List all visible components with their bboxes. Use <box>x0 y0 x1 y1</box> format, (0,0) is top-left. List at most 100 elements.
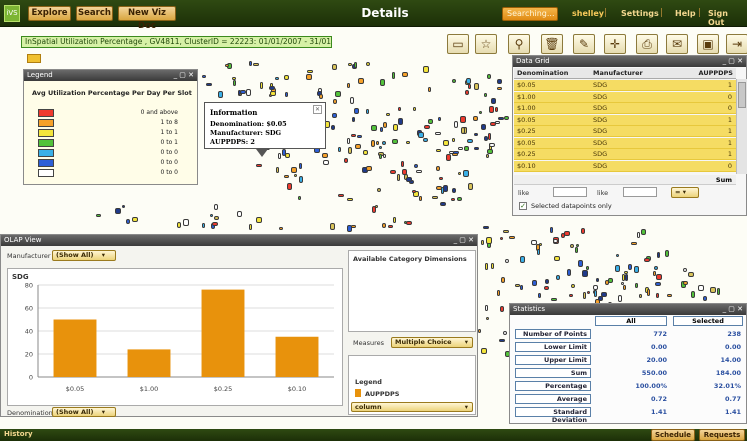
machine-marker[interactable] <box>398 117 404 125</box>
machine-marker[interactable] <box>438 117 442 122</box>
machine-marker[interactable] <box>570 284 575 289</box>
machine-marker[interactable] <box>656 273 662 280</box>
machine-marker[interactable] <box>585 266 589 271</box>
machine-marker[interactable] <box>176 221 181 228</box>
machine-marker[interactable] <box>370 140 375 147</box>
machine-marker[interactable] <box>411 189 416 193</box>
machine-marker[interactable] <box>621 281 625 285</box>
machine-marker[interactable] <box>224 63 229 67</box>
machine-marker[interactable] <box>379 145 383 149</box>
machine-marker[interactable] <box>335 90 342 97</box>
machine-marker[interactable] <box>352 116 356 122</box>
machine-marker[interactable] <box>347 147 352 155</box>
machine-marker[interactable] <box>634 282 638 288</box>
machine-marker[interactable] <box>298 162 302 169</box>
machine-marker[interactable] <box>305 73 312 80</box>
machine-marker[interactable] <box>397 173 400 181</box>
search-button[interactable]: Search <box>76 6 113 21</box>
machine-marker[interactable] <box>276 167 280 174</box>
machine-marker[interactable] <box>485 153 489 158</box>
machine-marker[interactable] <box>462 170 469 178</box>
eraser-icon[interactable]: ✎ <box>573 34 595 54</box>
machine-marker[interactable] <box>201 222 205 228</box>
filter-input-1[interactable] <box>553 187 587 197</box>
machine-marker[interactable] <box>283 74 289 80</box>
machine-marker[interactable] <box>338 146 342 152</box>
machine-marker[interactable] <box>482 226 489 229</box>
machine-marker[interactable] <box>647 289 651 297</box>
machine-marker[interactable] <box>356 135 362 139</box>
machine-marker[interactable] <box>381 223 386 229</box>
machine-marker[interactable] <box>503 116 509 121</box>
machine-marker[interactable] <box>473 133 478 136</box>
machine-marker[interactable] <box>501 277 506 284</box>
grid-scrollbar[interactable] <box>736 79 747 174</box>
new-viz-doc-button[interactable]: New Viz Doc <box>118 6 176 31</box>
machine-marker[interactable] <box>346 225 352 232</box>
machine-marker[interactable] <box>451 198 456 201</box>
machine-marker[interactable] <box>211 222 218 227</box>
machine-marker[interactable] <box>655 282 662 287</box>
column-header-auppdps[interactable]: AUPPDPS <box>665 68 736 79</box>
machine-marker[interactable] <box>376 140 380 145</box>
trash-icon[interactable]: 🗑 <box>541 34 563 54</box>
machine-marker[interactable] <box>484 304 488 311</box>
machine-marker[interactable] <box>683 268 688 273</box>
machine-marker[interactable] <box>490 98 496 105</box>
schedule-button[interactable]: Schedule <box>651 429 695 441</box>
machine-marker[interactable] <box>481 240 485 245</box>
measures-select[interactable]: Multiple Choice ▾ <box>391 337 473 348</box>
machine-marker[interactable] <box>248 223 252 230</box>
machine-marker[interactable] <box>537 292 541 298</box>
machine-marker[interactable] <box>347 138 350 145</box>
machine-marker[interactable] <box>451 187 456 193</box>
machine-marker[interactable] <box>631 242 638 246</box>
machine-marker[interactable] <box>490 262 494 269</box>
machine-marker[interactable] <box>489 106 495 114</box>
machine-marker[interactable] <box>480 124 486 131</box>
machine-marker[interactable] <box>298 175 303 183</box>
machine-marker[interactable] <box>413 163 418 168</box>
machine-marker[interactable] <box>653 266 658 271</box>
machine-marker[interactable] <box>436 148 442 152</box>
machine-marker[interactable] <box>255 164 262 168</box>
history-link[interactable]: History <box>4 430 33 438</box>
machine-marker[interactable] <box>246 89 252 97</box>
machine-marker[interactable] <box>504 259 509 264</box>
machine-marker[interactable] <box>687 271 694 277</box>
settings-link[interactable]: Settings <box>621 9 659 18</box>
machine-marker[interactable] <box>456 196 462 201</box>
machine-marker[interactable] <box>520 285 524 291</box>
machine-marker[interactable] <box>382 154 386 158</box>
print-icon[interactable]: ⎙ <box>636 34 658 54</box>
machine-marker[interactable] <box>489 143 496 148</box>
window-controls[interactable]: _ ▢ ✕ <box>723 56 743 67</box>
machine-marker[interactable] <box>587 290 591 294</box>
machine-marker[interactable] <box>497 79 503 85</box>
machine-marker[interactable] <box>391 71 395 79</box>
machine-marker[interactable] <box>290 166 297 173</box>
machine-marker[interactable] <box>464 89 469 95</box>
bar[interactable] <box>201 289 245 377</box>
machine-marker[interactable] <box>125 219 130 225</box>
machine-marker[interactable] <box>183 219 190 227</box>
machine-marker[interactable] <box>284 174 290 178</box>
machine-marker[interactable] <box>615 265 621 273</box>
window-controls[interactable]: _ ▢ ✕ <box>174 70 194 81</box>
machine-marker[interactable] <box>416 170 423 174</box>
machine-marker[interactable] <box>330 124 335 130</box>
machine-marker[interactable] <box>666 294 672 297</box>
machine-marker[interactable] <box>418 132 424 139</box>
machine-marker[interactable] <box>583 292 587 299</box>
machine-marker[interactable] <box>293 173 297 177</box>
filter-input-2[interactable] <box>623 187 657 197</box>
machine-marker[interactable] <box>275 77 280 81</box>
machine-marker[interactable] <box>349 97 354 105</box>
crosshair-icon[interactable]: ✛ <box>604 34 626 54</box>
machine-marker[interactable] <box>332 64 338 70</box>
machine-marker[interactable] <box>269 90 276 96</box>
machine-marker[interactable] <box>656 251 660 258</box>
machine-marker[interactable] <box>382 122 387 129</box>
window-controls[interactable]: _ ▢ ✕ <box>454 235 474 246</box>
table-row[interactable]: $1.00 SDG 0 <box>514 91 736 103</box>
